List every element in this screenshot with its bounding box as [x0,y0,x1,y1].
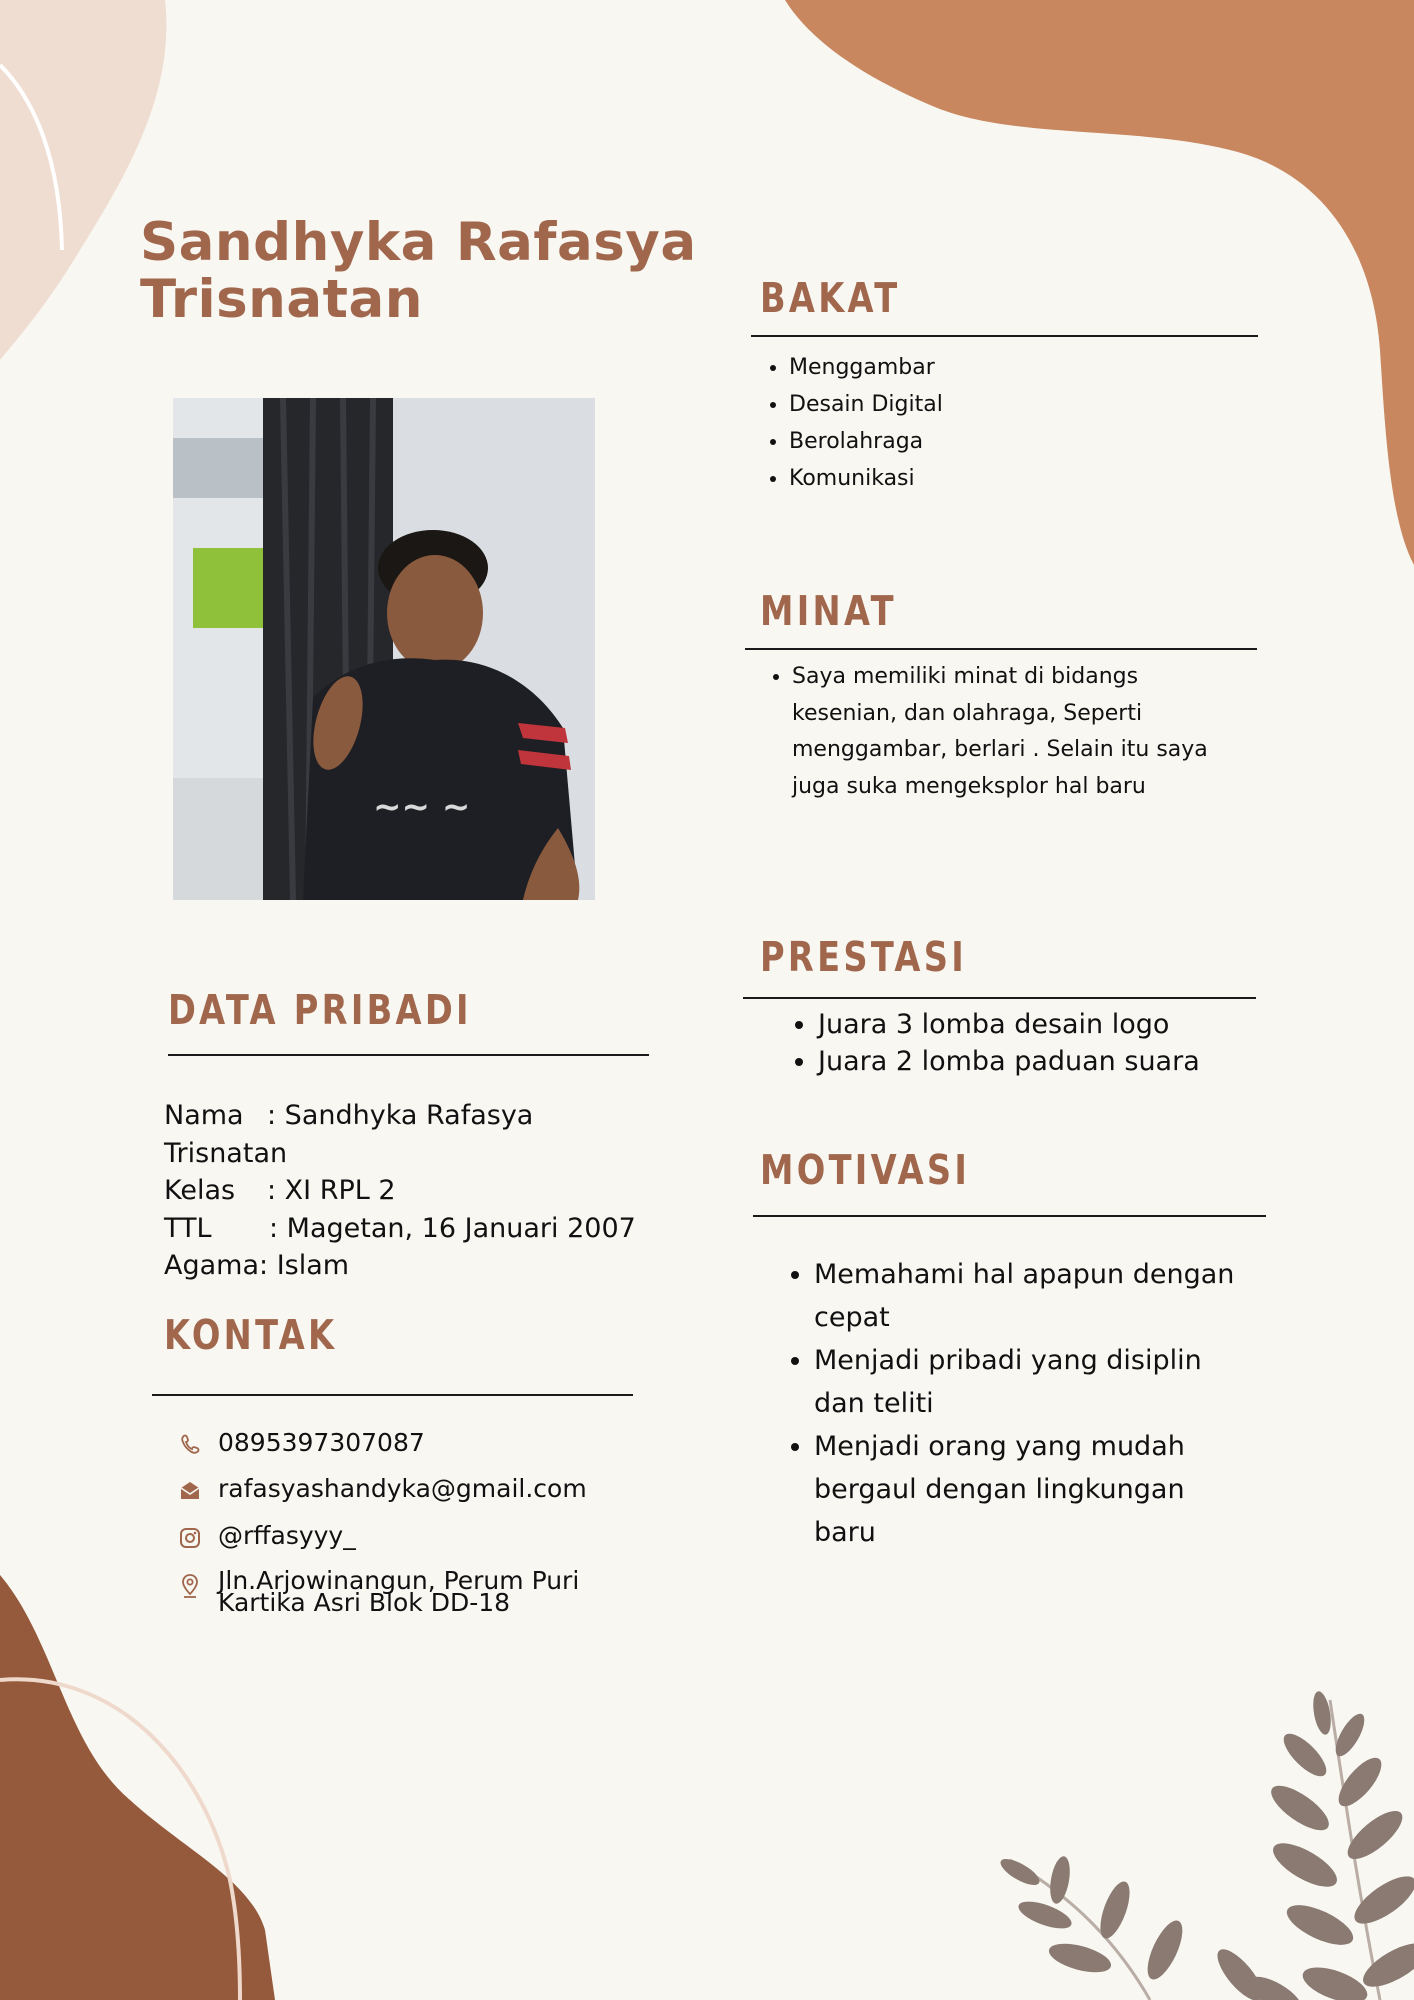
name-line-1: Sandhyka Rafasya [140,212,697,273]
motivasi-list: Memahami hal apapun dengan cepat Menjadi… [778,1253,1254,1554]
prestasi-divider [743,997,1256,999]
bottom-left-blob [0,1575,275,2000]
envelope-icon [180,1482,200,1499]
ttl-label: TTL [164,1212,212,1244]
personal-data: Nama : Sandhyka Rafasya Trisnatan Kelas : … [164,1097,636,1285]
bottom-left-curve-line [0,1677,242,2000]
kelas-value: : XI RPL 2 [267,1175,396,1206]
phone-icon [181,1434,200,1454]
contact-phone: 0895397307087 [178,1429,425,1459]
top-left-curve-line [0,63,64,251]
prestasi-heading: PRESTASI [760,933,968,981]
motivasi-heading: MOTIVASI [760,1146,971,1194]
agama-label: Agama [164,1250,260,1281]
agama-value: : Islam [259,1250,350,1281]
minat-list: Saya memiliki minat di bidangs kesenian,… [756,659,1212,805]
name-line-2: Trisnatan [140,269,424,330]
email-address[interactable]: rafasyashandyka@gmail.com [218,1475,587,1503]
address-text: Jln.Arjowinangun, Perum Puri Kartika Asr… [218,1568,658,1617]
kontak-divider [152,1394,633,1396]
list-item: Berolahraga [789,423,1269,460]
contact-address: Jln.Arjowinangun, Perum Puri Kartika Asr… [178,1568,658,1617]
bakat-divider [751,335,1258,337]
contact-instagram: @rffasyyy_ [178,1522,356,1552]
profile-photo: ~~ ~ [173,398,595,900]
instagram-handle[interactable]: @rffasyyy_ [218,1522,356,1550]
bakat-list: Menggambar Desain Digital Berolahraga Ko… [753,349,1269,497]
phone-number[interactable]: 0895397307087 [218,1429,425,1457]
data-pribadi-heading: DATA PRIBADI [168,986,472,1034]
profile-photo-illustration: ~~ ~ [173,398,595,900]
bakat-heading: BAKAT [760,274,901,322]
list-item: Memahami hal apapun dengan cepat [814,1253,1254,1339]
location-pin-icon [182,1574,198,1598]
minat-divider [745,648,1257,650]
kelas-row: Kelas : XI RPL 2 [164,1172,636,1210]
nama-continued: Trisnatan [164,1137,288,1169]
svg-text:~~ ~: ~~ ~ [373,787,470,827]
kontak-heading: KONTAK [164,1311,338,1359]
contact-email: rafasyashandyka@gmail.com [178,1475,587,1505]
nama-value: : Sandhyka Rafasya [267,1100,534,1131]
list-item: Desain Digital [789,386,1269,423]
list-item: Juara 2 lomba paduan suara [818,1043,1318,1080]
motivasi-divider [753,1215,1266,1217]
agama-row: Agama: Islam [164,1247,636,1285]
list-item: Menjadi pribadi yang disiplin dan teliti [814,1339,1254,1425]
list-item: Juara 3 lomba desain logo [818,1006,1318,1043]
list-item: Menjadi orang yang mudah bergaul dengan … [814,1425,1254,1554]
prestasi-list: Juara 3 lomba desain logo Juara 2 lomba … [782,1006,1318,1080]
kelas-label: Kelas [164,1175,236,1206]
nama-label: Nama [164,1100,244,1131]
data-pribadi-divider [168,1054,649,1056]
address-line-2: Kartika Asri Blok DD-18 [218,1588,511,1617]
nama-row: Nama : Sandhyka Rafasya [164,1097,636,1135]
instagram-icon [180,1528,200,1548]
list-item: Komunikasi [789,460,1269,497]
list-item: Saya memiliki minat di bidangs kesenian,… [792,659,1212,805]
ttl-value: : Magetan, 16 Januari 2007 [269,1212,636,1244]
ttl-row: TTL : Magetan, 16 Januari 2007 [164,1210,636,1248]
list-item: Menggambar [789,349,1269,386]
resume-name: Sandhyka Rafasya Trisnatan [140,214,697,328]
minat-heading: MINAT [760,587,897,635]
